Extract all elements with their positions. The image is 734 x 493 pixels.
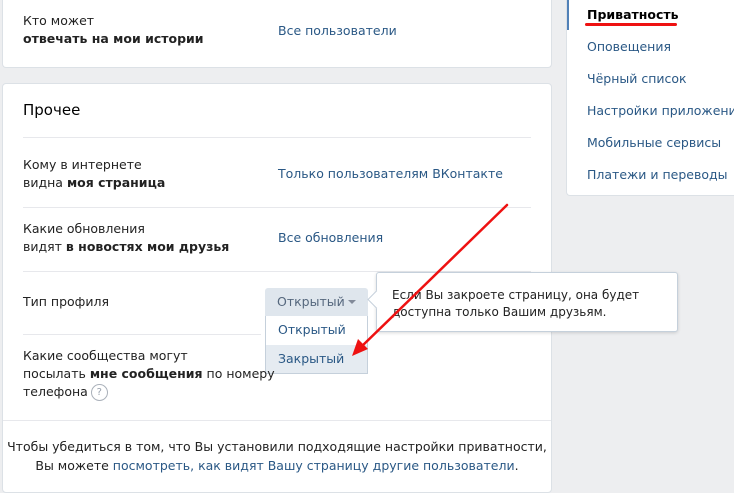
question-icon[interactable]: ? <box>90 384 108 401</box>
nav-item-blacklist[interactable]: Чёрный список <box>587 70 687 88</box>
option-open[interactable]: Открытый <box>266 316 367 344</box>
profile-type-label: Тип профиля <box>23 294 109 309</box>
chevron-down-icon <box>348 300 356 304</box>
divider <box>3 420 551 421</box>
friends-news-label: Какие обновления видят в новостях мои др… <box>23 221 230 254</box>
nav-item-payments[interactable]: Платежи и переводы <box>587 166 728 184</box>
privacy-footer-note: Чтобы убедиться в том, что Вы установили… <box>7 439 547 473</box>
option-closed[interactable]: Закрытый <box>266 345 367 373</box>
profile-type-options: Открытый Закрытый <box>265 316 368 374</box>
page-visibility-value[interactable]: Только пользователям ВКонтакте <box>278 165 503 183</box>
nav-item-app-settings[interactable]: Настройки приложений <box>587 102 734 120</box>
profile-type-selected: Открытый <box>277 294 345 309</box>
settings-nav-menu: Приватность Оповещения Чёрный список Нас… <box>566 0 734 196</box>
nav-item-mobile-services[interactable]: Мобильные сервисы <box>587 134 721 152</box>
section-title: Прочее <box>23 101 81 119</box>
profile-type-dropdown[interactable]: Открытый <box>265 288 368 316</box>
phone-messages-label: Какие сообщества могут посылать мне сооб… <box>23 348 275 401</box>
tooltip-text: Если Вы закроете страницу, она будет дос… <box>392 288 640 319</box>
stories-settings-card: Кто может отвечать на мои истории Все по… <box>2 0 552 68</box>
stories-reply-value[interactable]: Все пользователи <box>278 22 397 40</box>
view-page-link[interactable]: посмотреть <box>113 458 190 473</box>
annotation-underline <box>585 23 677 26</box>
divider <box>23 207 531 208</box>
profile-type-tooltip: Если Вы закроете страницу, она будет дос… <box>367 272 678 332</box>
friends-news-value[interactable]: Все обновления <box>278 229 383 247</box>
nav-item-privacy[interactable]: Приватность <box>587 6 679 24</box>
active-indicator <box>567 0 569 30</box>
view-page-link-tail[interactable]: , как видят Вашу страницу другие пользов… <box>190 458 514 473</box>
stories-reply-label: Кто может отвечать на мои истории <box>23 13 204 46</box>
page-visibility-label: Кому в интернете видна моя страница <box>23 157 166 190</box>
nav-item-notifications[interactable]: Оповещения <box>587 38 671 56</box>
divider <box>23 137 531 138</box>
divider <box>23 334 261 335</box>
